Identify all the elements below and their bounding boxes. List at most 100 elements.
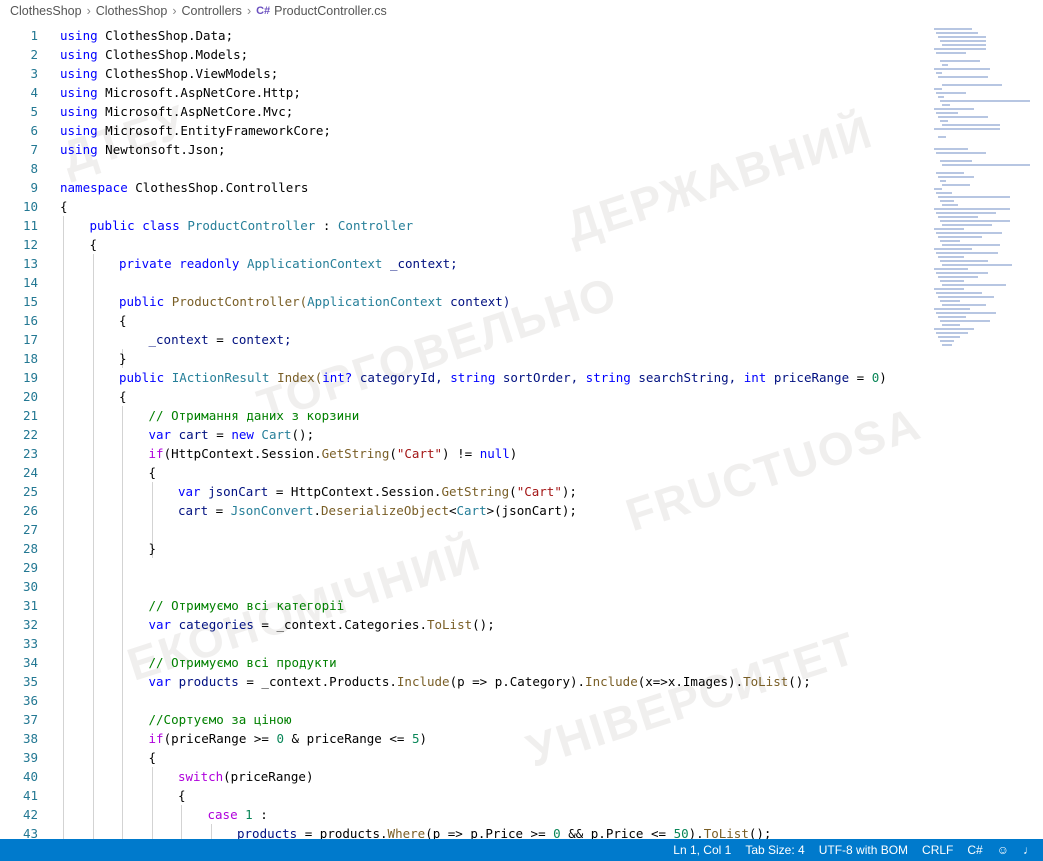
tab-size[interactable]: Tab Size: 4 xyxy=(745,843,804,857)
person-feedback-icon[interactable]: ☺ xyxy=(997,843,1009,857)
minimap-line xyxy=(934,48,986,50)
code-line[interactable]: 4 using Microsoft.AspNetCore.Http; xyxy=(0,83,930,102)
code-line[interactable]: 29 xyxy=(0,558,930,577)
minimap-line xyxy=(940,340,954,342)
code-line[interactable]: 5 using Microsoft.AspNetCore.Mvc; xyxy=(0,102,930,121)
code-token: var xyxy=(178,484,201,499)
code-line[interactable]: 36 xyxy=(0,691,930,710)
breadcrumb-item-root[interactable]: ClothesShop xyxy=(10,4,82,18)
code-line[interactable]: 10 { xyxy=(0,197,930,216)
language-mode[interactable]: C# xyxy=(967,843,982,857)
line-number: 30 xyxy=(22,579,38,594)
end-of-line[interactable]: CRLF xyxy=(922,843,953,857)
minimap-line xyxy=(934,308,970,310)
code-line[interactable]: 31 // Отримуємо всі категорії xyxy=(0,596,930,615)
code-line[interactable]: 21 // Отримання даних з корзини xyxy=(0,406,930,425)
code-line[interactable]: 15 public ProductController(ApplicationCo… xyxy=(0,292,930,311)
code-line[interactable]: 28} xyxy=(0,539,930,558)
code-line[interactable]: 23 if(HttpContext.Session.GetString("Cart… xyxy=(0,444,930,463)
code-token: = xyxy=(216,332,224,347)
code-line[interactable]: 7 using Newtonsoft.Json; xyxy=(0,140,930,159)
code-line[interactable]: 1 using ClothesShop.Data; xyxy=(0,26,930,45)
file-encoding[interactable]: UTF-8 with BOM xyxy=(819,843,908,857)
code-line[interactable]: 17 _context = context; xyxy=(0,330,930,349)
code-token: >(jsonCart); xyxy=(486,503,577,518)
line-number: 23 xyxy=(22,446,38,461)
code-token: { xyxy=(148,465,157,480)
line-number: 7 xyxy=(30,142,38,157)
line-number: 8 xyxy=(30,161,38,176)
code-line[interactable]: 24 { xyxy=(0,463,930,482)
code-line[interactable]: 32 var categories = _context.Categories.T… xyxy=(0,615,930,634)
minimap[interactable] xyxy=(930,22,1043,839)
code-line[interactable]: 26 cart = JsonConvert.DeserializeObject<C… xyxy=(0,501,930,520)
code-line[interactable]: 12 { xyxy=(0,235,930,254)
code-line[interactable]: 16 { xyxy=(0,311,930,330)
line-number: 39 xyxy=(22,750,38,765)
code-token: using xyxy=(60,66,98,81)
code-line[interactable]: 30 xyxy=(0,577,930,596)
code-token: ) xyxy=(879,370,887,385)
cursor-position[interactable]: Ln 1, Col 1 xyxy=(673,843,731,857)
code-token: ApplicationContext xyxy=(307,294,443,309)
code-line[interactable]: 33 xyxy=(0,634,930,653)
code-line[interactable]: 13 private readonly ApplicationContext _c… xyxy=(0,254,930,273)
code-line[interactable]: 18} xyxy=(0,349,930,368)
minimap-line xyxy=(936,32,978,34)
code-line[interactable]: 8 xyxy=(0,159,930,178)
code-token: GetString xyxy=(441,484,510,499)
line-number: 38 xyxy=(22,731,38,746)
minimap-line xyxy=(938,216,978,218)
minimap-line xyxy=(934,88,942,90)
code-editor[interactable]: 1 using ClothesShop.Data; 2 using ClothesSh… xyxy=(0,22,930,839)
breadcrumb-item-file[interactable]: ProductController.cs xyxy=(274,4,387,18)
code-line[interactable]: 19 public IActionResult Index(int? catego… xyxy=(0,368,930,387)
code-line[interactable]: 27 xyxy=(0,520,930,539)
code-line[interactable]: 38 if(priceRange >= 0 & priceRange <= 5) xyxy=(0,729,930,748)
code-token: using xyxy=(60,104,98,119)
code-line[interactable]: 37 //Сортуємо за ціною xyxy=(0,710,930,729)
line-number: 22 xyxy=(22,427,38,442)
code-line[interactable]: 34 // Отримуємо всі продукти xyxy=(0,653,930,672)
code-line[interactable]: 41 { xyxy=(0,786,930,805)
code-token: public xyxy=(119,370,165,385)
code-token: cart xyxy=(178,427,209,442)
code-token: ClothesShop.ViewModels; xyxy=(105,66,279,81)
code-text: } xyxy=(149,539,157,558)
code-line[interactable]: 3 using ClothesShop.ViewModels; xyxy=(0,64,930,83)
chevron-right-icon: › xyxy=(172,4,177,18)
line-number: 21 xyxy=(22,408,38,423)
code-text: } xyxy=(119,349,127,368)
code-line[interactable]: 22 var cart = new Cart(); xyxy=(0,425,930,444)
code-line[interactable]: 25 var jsonCart = HttpContext.Session.Get… xyxy=(0,482,930,501)
code-token: switch xyxy=(178,769,224,784)
breadcrumb-item-folder[interactable]: Controllers xyxy=(182,4,242,18)
code-line[interactable]: 11 public class ProductController : Contr… xyxy=(0,216,930,235)
line-number: 31 xyxy=(22,598,38,613)
line-number: 27 xyxy=(22,522,38,537)
code-token: ). xyxy=(688,826,704,839)
breadcrumb-item-project[interactable]: ClothesShop xyxy=(96,4,168,18)
code-token: Microsoft.AspNetCore.Http; xyxy=(105,85,301,100)
code-line[interactable]: 6 using Microsoft.EntityFrameworkCore; xyxy=(0,121,930,140)
code-token: HttpContext.Session. xyxy=(290,484,442,499)
code-token: case xyxy=(207,807,238,822)
code-line[interactable]: 14 xyxy=(0,273,930,292)
code-line[interactable]: 39 { xyxy=(0,748,930,767)
minimap-line xyxy=(940,260,988,262)
minimap-line xyxy=(934,68,990,70)
code-token: 1 xyxy=(245,807,253,822)
minimap-line xyxy=(934,268,968,270)
code-line[interactable]: 35 var products = _context.Products.Inclu… xyxy=(0,672,930,691)
code-line[interactable]: 40 switch(priceRange) xyxy=(0,767,930,786)
minimap-line xyxy=(934,248,972,250)
code-line[interactable]: 9 namespace ClothesShop.Controllers xyxy=(0,178,930,197)
code-line[interactable]: 42 case 1 : xyxy=(0,805,930,824)
code-token: 0 xyxy=(553,826,561,839)
code-line[interactable]: 2 using ClothesShop.Models; xyxy=(0,45,930,64)
code-token: = xyxy=(275,484,284,499)
bell-icon[interactable]: ♩ xyxy=(1023,843,1035,857)
minimap-line xyxy=(936,232,1002,234)
code-line[interactable]: 43 products = products.Where(p => p.Price… xyxy=(0,824,930,839)
code-line[interactable]: 20 { xyxy=(0,387,930,406)
